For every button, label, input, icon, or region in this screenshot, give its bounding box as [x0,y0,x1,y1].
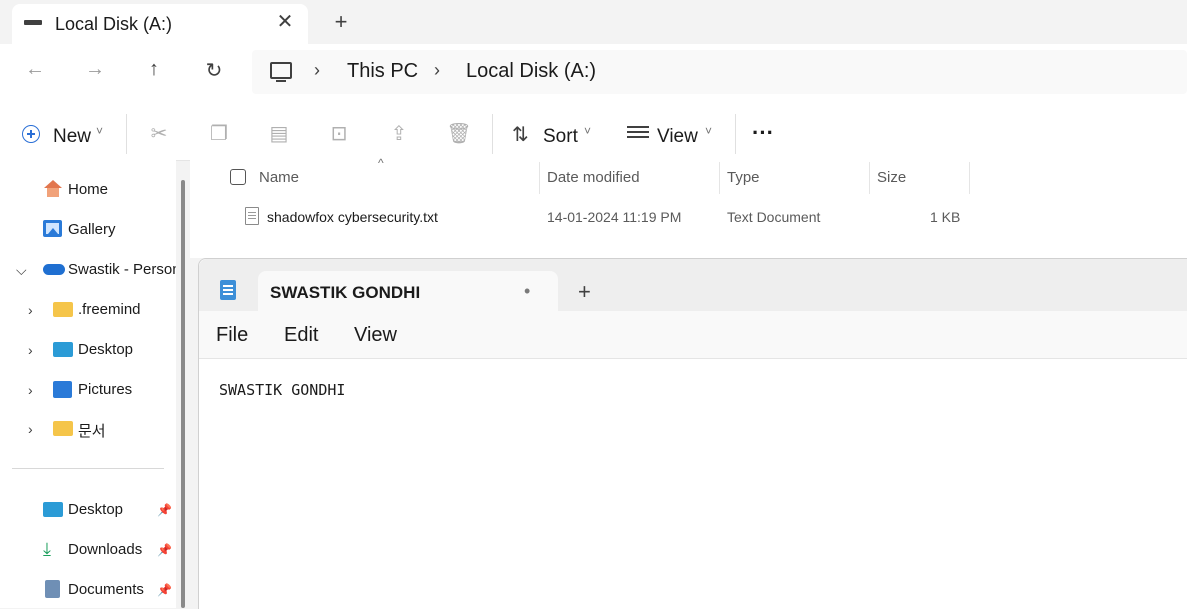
delete-icon[interactable]: 🗑 [446,121,472,146]
refresh-button[interactable]: ↻ [199,58,229,83]
this-pc-icon-stand [276,80,286,82]
paste-icon[interactable]: ▤ [266,121,292,146]
desktop-icon [53,342,73,357]
forward-button[interactable]: → [80,58,110,81]
notepad-icon [220,280,236,300]
cut-icon[interactable]: ✂ [146,121,172,146]
notepad-new-tab-button[interactable]: + [578,279,591,305]
new-tab-button[interactable]: + [330,9,352,35]
pictures-icon [53,381,72,398]
breadcrumb-this-pc[interactable]: This PC [347,60,418,83]
divider [126,114,127,154]
breadcrumb-local-disk[interactable]: Local Disk (A:) [466,60,596,83]
sidebar-scrollbar[interactable] [181,180,185,608]
downloads-icon: ⤓ [43,539,51,559]
column-header-type[interactable]: Type [727,169,760,186]
view-icon[interactable] [627,126,649,140]
copy-icon[interactable]: ❐ [206,121,232,146]
gallery-icon [43,220,62,237]
sort-button[interactable]: Sort [543,126,578,148]
view-button[interactable]: View [657,126,698,148]
file-size: 1 KB [930,209,961,225]
up-button[interactable]: ↑ [139,58,169,81]
documents-icon [45,580,60,598]
column-divider[interactable] [869,162,870,194]
sidebar-item-freemind[interactable]: .freemind [78,301,141,318]
rename-icon[interactable]: ⊡ [326,121,352,146]
pin-icon: 📌 [157,583,172,597]
sidebar-item-desktop[interactable]: Desktop [78,341,133,358]
sidebar-item-onedrive[interactable]: Swastik - Person [68,261,176,278]
sidebar-item-pictures[interactable]: Pictures [78,381,132,398]
menu-edit[interactable]: Edit [284,324,318,347]
chevron-right-icon[interactable]: › [28,421,33,437]
sidebar-divider [12,468,164,469]
desktop-icon [43,502,63,517]
home-icon [43,180,63,198]
view-chevron-icon[interactable]: ˅ [705,124,712,138]
column-divider[interactable] [719,162,720,194]
new-chevron-icon[interactable]: ˅ [96,124,103,138]
folder-icon [53,421,73,436]
back-button[interactable]: ← [20,58,50,81]
pin-icon: 📌 [157,503,172,517]
sort-ascending-icon: ^ [378,156,384,170]
explorer-tab-title: Local Disk (A:) [55,14,173,34]
notepad-menubar [199,311,1187,359]
column-header-date[interactable]: Date modified [547,169,640,186]
new-button[interactable]: New [53,126,91,148]
chevron-down-icon[interactable]: ⌵ [16,262,27,279]
quick-access-documents[interactable]: Documents [68,581,144,598]
notepad-text-area[interactable]: SWASTIK GONDHI [219,381,345,399]
folder-icon [53,302,73,317]
sidebar-item-documents-korean[interactable]: 문서 [78,420,106,441]
select-all-checkbox[interactable] [230,169,246,185]
cloud-icon [43,264,65,275]
divider [735,114,736,154]
close-tab-icon[interactable]: ✕ [274,9,296,34]
file-date: 14-01-2024 11:19 PM [547,209,682,225]
breadcrumb-separator[interactable]: › [434,60,440,81]
quick-access-downloads[interactable]: Downloads [68,541,142,558]
menu-file[interactable]: File [216,324,248,347]
file-type: Text Document [727,209,821,225]
chevron-right-icon[interactable]: › [28,382,33,398]
column-divider[interactable] [969,162,970,194]
column-header-size[interactable]: Size [877,169,906,186]
notepad-tab-title: SWASTIK GONDHI [270,283,421,302]
pin-icon: 📌 [157,543,172,557]
unsaved-indicator[interactable]: • [524,281,530,302]
share-icon[interactable]: ⇪ [386,121,412,146]
menu-view[interactable]: View [354,324,397,347]
this-pc-icon[interactable] [270,62,292,79]
chevron-right-icon[interactable]: › [28,342,33,358]
new-plus-icon[interactable] [22,125,40,143]
more-options-button[interactable]: ··· [752,120,774,146]
text-file-icon [245,207,259,225]
quick-access-desktop[interactable]: Desktop [68,501,123,518]
divider [492,114,493,154]
file-name[interactable]: shadowfox cybersecurity.txt [267,209,438,225]
chevron-right-icon[interactable]: › [28,302,33,318]
sort-icon[interactable]: ⇅ [512,122,529,147]
sidebar-item-gallery[interactable]: Gallery [68,221,116,238]
column-header-name[interactable]: Name [259,169,299,186]
drive-icon [24,20,42,25]
column-divider[interactable] [539,162,540,194]
sidebar-item-home[interactable]: Home [68,181,108,198]
breadcrumb-separator[interactable]: › [314,60,320,81]
command-bar [0,102,1187,161]
sort-chevron-icon[interactable]: ˅ [584,124,591,138]
